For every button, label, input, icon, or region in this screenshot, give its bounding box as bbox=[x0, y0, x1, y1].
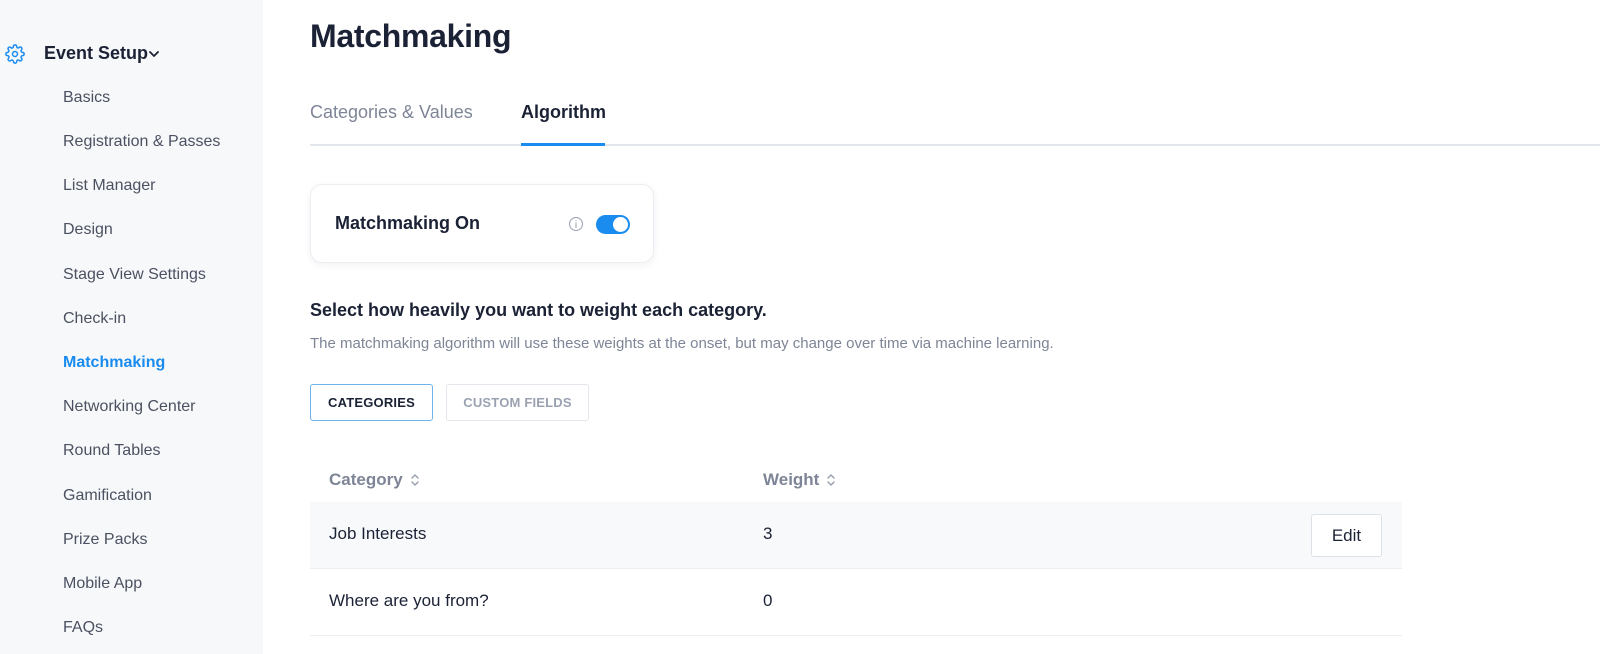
weights-heading: Select how heavily you want to weight ea… bbox=[310, 300, 767, 320]
table-row: Where are you from? 0 bbox=[310, 569, 1402, 636]
column-header-weight-label: Weight bbox=[763, 470, 820, 489]
sidebar-item-faqs[interactable]: FAQs bbox=[63, 616, 103, 640]
category-cell: Where are you from? bbox=[329, 591, 489, 610]
sidebar-item-registration-passes[interactable]: Registration & Passes bbox=[63, 130, 220, 154]
sidebar-section-title: Event Setup bbox=[44, 43, 149, 63]
sidebar-item-prize-packs[interactable]: Prize Packs bbox=[63, 528, 147, 552]
chevron-down-icon bbox=[149, 51, 159, 57]
active-tab-indicator bbox=[521, 143, 605, 146]
categories-filter-button[interactable]: CATEGORIES bbox=[310, 384, 433, 421]
app: Event Setup Basics Registration & Passes… bbox=[0, 0, 1600, 654]
column-header-category[interactable]: Category bbox=[329, 470, 420, 490]
sidebar-item-gamification[interactable]: Gamification bbox=[63, 484, 152, 508]
weight-cell: 3 bbox=[763, 524, 773, 543]
sidebar-item-round-tables[interactable]: Round Tables bbox=[63, 439, 161, 463]
sidebar-item-check-in[interactable]: Check-in bbox=[63, 307, 126, 331]
tabs-divider bbox=[310, 144, 1600, 146]
sidebar: Event Setup Basics Registration & Passes… bbox=[0, 0, 263, 654]
column-header-weight[interactable]: Weight bbox=[763, 470, 836, 490]
category-cell: Job Interests bbox=[329, 524, 427, 543]
page-title: Matchmaking bbox=[310, 18, 512, 54]
sidebar-item-basics[interactable]: Basics bbox=[63, 86, 110, 110]
tab-categories-values[interactable]: Categories & Values bbox=[310, 102, 473, 123]
weight-cell: 0 bbox=[763, 591, 773, 610]
weights-description: The matchmaking algorithm will use these… bbox=[310, 335, 1054, 352]
gear-icon bbox=[5, 44, 25, 64]
column-header-category-label: Category bbox=[329, 470, 403, 489]
table-row: Job Interests 3 Edit bbox=[310, 502, 1402, 569]
info-icon[interactable] bbox=[568, 216, 584, 232]
sidebar-item-stage-view-settings[interactable]: Stage View Settings bbox=[63, 263, 206, 287]
custom-fields-filter-button[interactable]: CUSTOM FIELDS bbox=[446, 384, 589, 421]
matchmaking-toggle-card: Matchmaking On bbox=[310, 184, 654, 263]
edit-button[interactable]: Edit bbox=[1311, 514, 1382, 557]
sidebar-item-mobile-app[interactable]: Mobile App bbox=[63, 572, 142, 596]
tab-algorithm[interactable]: Algorithm bbox=[521, 102, 606, 123]
toggle-knob bbox=[613, 217, 628, 232]
sidebar-item-matchmaking[interactable]: Matchmaking bbox=[63, 351, 165, 375]
matchmaking-toggle-label: Matchmaking On bbox=[335, 213, 481, 233]
sidebar-item-list-manager[interactable]: List Manager bbox=[63, 174, 156, 198]
sort-icon bbox=[410, 474, 419, 486]
sort-icon bbox=[827, 474, 836, 486]
matchmaking-toggle-switch[interactable] bbox=[596, 215, 630, 234]
sidebar-item-networking-center[interactable]: Networking Center bbox=[63, 395, 196, 419]
sidebar-item-design[interactable]: Design bbox=[63, 218, 113, 242]
